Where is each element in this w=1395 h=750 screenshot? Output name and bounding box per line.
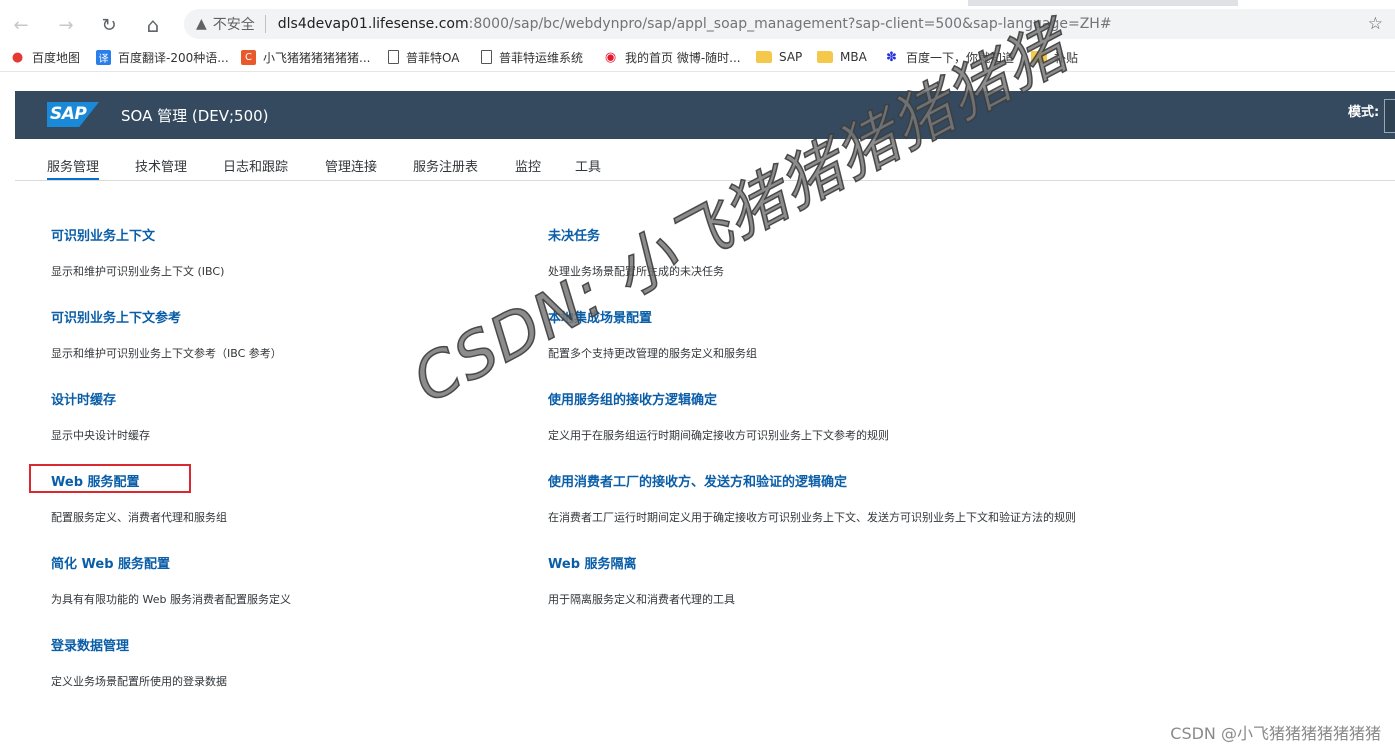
item-description: 显示和维护可识别业务上下文 (IBC) (51, 265, 225, 278)
list-item: 本地集成场景配置 配置多个支持更改管理的服务定义和服务组 (548, 307, 757, 361)
translate-icon: 译 (96, 49, 111, 65)
bookmark-item[interactable]: ✽ 百度一下，你就知道 (884, 48, 1014, 66)
bookmark-label: SAP (779, 50, 803, 64)
item-description: 定义用于在服务组运行时期间确定接收方可识别业务上下文参考的规则 (548, 429, 889, 442)
folder-icon (756, 51, 772, 63)
item-description: 用于隔离服务定义和消费者代理的工具 (548, 593, 735, 606)
bookmark-label: MBA (840, 50, 867, 64)
security-label[interactable]: 不安全 (213, 14, 255, 34)
bookmark-star-icon[interactable]: ☆ (1368, 14, 1383, 34)
list-item: Web 服务隔离 用于隔离服务定义和消费者代理的工具 (548, 553, 735, 607)
item-description: 配置服务定义、消费者代理和服务组 (51, 511, 227, 524)
tab-service-registry[interactable]: 服务注册表 (413, 156, 478, 175)
bookmarks-bar: ● 百度地图 译百度翻译-200种语... C 小飞猪猪猪猪猪猪... 普菲特OA … (0, 42, 1395, 72)
bookmark-label: 小飞猪猪猪猪猪猪... (263, 50, 371, 65)
bookmark-item[interactable]: 普菲特OA (388, 48, 459, 66)
item-link[interactable]: 可识别业务上下文参考 (51, 307, 282, 326)
address-divider (264, 15, 266, 33)
bookmark-label: 我的首页 微博-随时... (625, 50, 741, 65)
list-item: 可识别业务上下文 显示和维护可识别业务上下文 (IBC) (51, 225, 224, 279)
item-description: 显示中央设计时缓存 (51, 429, 150, 442)
csdn-icon: C (241, 49, 256, 65)
page-icon (388, 50, 399, 64)
tab-connections[interactable]: 管理连接 (325, 156, 377, 175)
folder-icon (817, 51, 833, 63)
list-item: 使用消费者工厂的接收方、发送方和验证的逻辑确定 在消费者工厂运行时期间定义用于确… (548, 471, 1076, 525)
item-link[interactable]: 本地集成场景配置 (548, 307, 757, 326)
list-item: 登录数据管理 定义业务场景配置所使用的登录数据 (51, 635, 227, 689)
footer-watermark: CSDN @小飞猪猪猪猪猪猪猪 (1170, 724, 1381, 743)
baidu-paw-icon: ✽ (886, 49, 897, 65)
mode-select[interactable] (1384, 99, 1395, 133)
item-link[interactable]: 未决任务 (548, 225, 724, 244)
home-icon[interactable]: ⌂ (142, 13, 164, 37)
page-icon (481, 50, 492, 64)
item-link[interactable]: 可识别业务上下文 (51, 225, 224, 244)
sap-logo: SAP (47, 102, 99, 127)
item-link[interactable]: 使用服务组的接收方逻辑确定 (548, 389, 889, 408)
bookmark-label: 补贴 (1054, 50, 1079, 65)
bookmark-label: 百度地图 (32, 50, 81, 65)
address-bar[interactable]: ▲ 不安全 dls4devap01.lifesense.com:8000/sap… (184, 9, 1395, 39)
item-description: 定义业务场景配置所使用的登录数据 (51, 675, 227, 688)
folder-icon (1031, 51, 1047, 63)
bookmark-label: 百度一下，你就知道 (906, 50, 1015, 65)
bookmark-folder[interactable]: SAP (756, 48, 802, 66)
mode-label: 模式: (1348, 105, 1380, 120)
app-title: SOA 管理 (DEV;500) (121, 107, 269, 125)
bookmark-item[interactable]: ● 百度地图 (10, 48, 80, 66)
bookmark-folder[interactable]: 补贴 (1031, 48, 1078, 66)
highlight-box (29, 464, 191, 493)
item-description: 在消费者工厂运行时期间定义用于确定接收方可识别业务上下文、发送方可识别业务上下文… (548, 511, 1076, 524)
bookmark-item[interactable]: 译百度翻译-200种语... (96, 48, 229, 66)
url-host: dls4devap01.lifesense.com (277, 16, 469, 32)
bookmark-item[interactable]: C 小飞猪猪猪猪猪猪... (241, 48, 370, 66)
item-link[interactable]: 使用消费者工厂的接收方、发送方和验证的逻辑确定 (548, 471, 1076, 490)
bookmark-label: 百度翻译-200种语... (118, 50, 229, 65)
list-item: 简化 Web 服务配置 为具有有限功能的 Web 服务消费者配置服务定义 (51, 553, 291, 607)
shell-bar: SAP SOA 管理 (DEV;500) 模式: (15, 91, 1395, 139)
tab-bar: 服务管理 技术管理 日志和跟踪 管理连接 服务注册表 监控 工具 (15, 139, 1395, 181)
item-description: 处理业务场景配置所生成的未决任务 (548, 265, 724, 278)
browser-toolbar: ← → ↻ ⌂ ▲ 不安全 dls4devap01.lifesense.com:… (0, 6, 1395, 42)
tab-tools[interactable]: 工具 (575, 156, 601, 175)
item-description: 显示和维护可识别业务上下文参考（IBC 参考） (51, 347, 282, 360)
url-path: :8000/sap/bc/webdynpro/sap/appl_soap_man… (468, 16, 1112, 32)
item-link[interactable]: 简化 Web 服务配置 (51, 553, 291, 572)
bookmark-label: 普菲特运维系统 (499, 50, 584, 65)
item-link[interactable]: Web 服务隔离 (548, 553, 735, 572)
list-item: 设计时缓存 显示中央设计时缓存 (51, 389, 150, 443)
bookmark-folder[interactable]: MBA (817, 48, 867, 66)
bookmark-item[interactable]: ◉ 我的首页 微博-随时... (603, 48, 741, 66)
list-item: 使用服务组的接收方逻辑确定 定义用于在服务组运行时期间确定接收方可识别业务上下文… (548, 389, 889, 443)
map-pin-icon: ● (11, 49, 24, 65)
bookmark-item[interactable]: 普菲特运维系统 (481, 48, 583, 66)
tab-logs-traces[interactable]: 日志和跟踪 (223, 156, 288, 175)
tab-technical-management[interactable]: 技术管理 (135, 156, 187, 175)
item-description: 为具有有限功能的 Web 服务消费者配置服务定义 (51, 593, 291, 606)
weibo-icon: ◉ (604, 49, 617, 65)
list-item: 未决任务 处理业务场景配置所生成的未决任务 (548, 225, 724, 279)
forward-arrow-icon[interactable]: → (55, 14, 77, 36)
tab-monitoring[interactable]: 监控 (515, 156, 541, 175)
bookmark-label: 普菲特OA (406, 50, 460, 65)
tab-service-management[interactable]: 服务管理 (47, 156, 100, 180)
warning-icon[interactable]: ▲ (196, 16, 207, 32)
item-link[interactable]: 登录数据管理 (51, 635, 227, 654)
back-arrow-icon[interactable]: ← (10, 14, 32, 36)
reload-icon[interactable]: ↻ (98, 14, 120, 36)
list-item: 可识别业务上下文参考 显示和维护可识别业务上下文参考（IBC 参考） (51, 307, 282, 361)
item-description: 配置多个支持更改管理的服务定义和服务组 (548, 347, 757, 360)
item-link[interactable]: 设计时缓存 (51, 389, 150, 408)
